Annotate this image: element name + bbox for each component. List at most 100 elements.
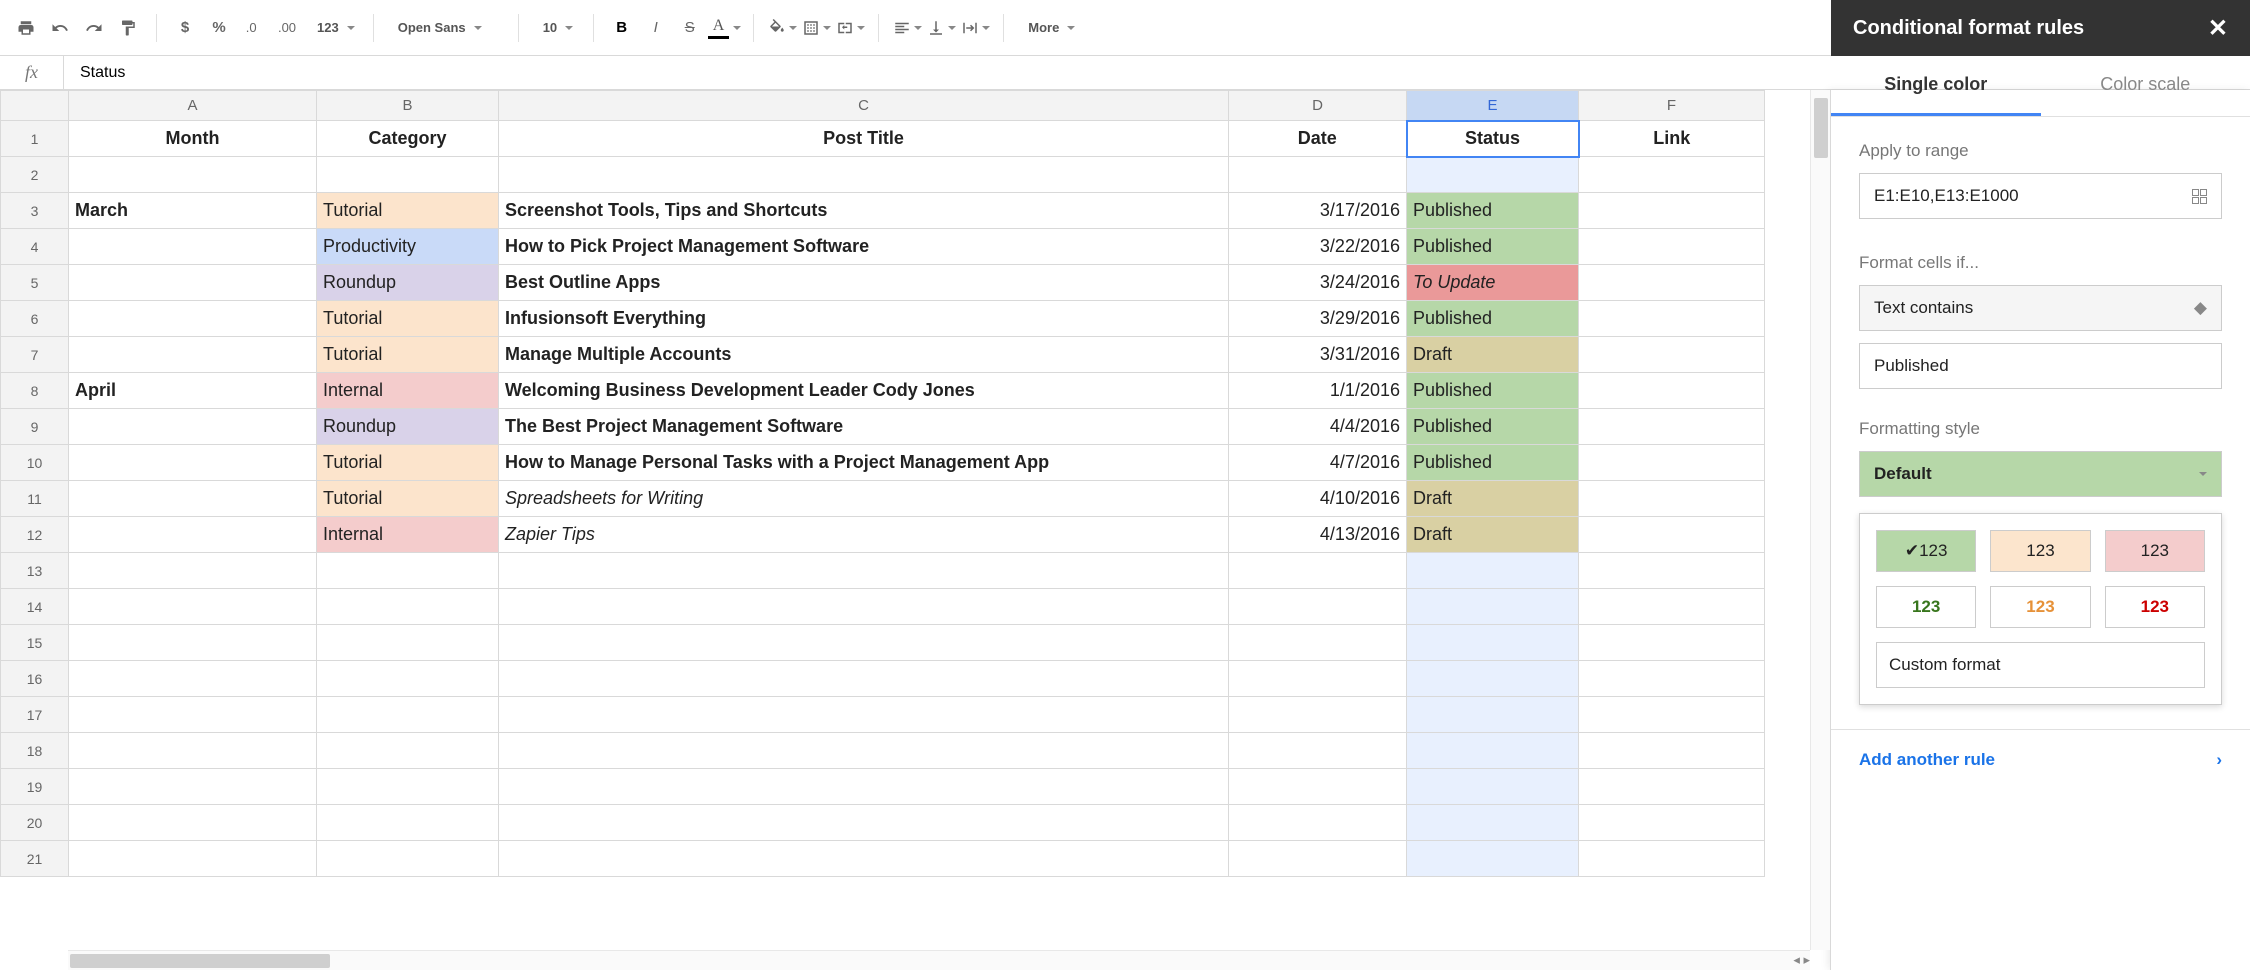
cell-B11[interactable]: Tutorial: [317, 481, 499, 517]
row-header-1[interactable]: 1: [1, 121, 69, 157]
cell-C21[interactable]: [499, 841, 1229, 877]
strike-button[interactable]: S: [674, 12, 706, 44]
column-header-A[interactable]: A: [69, 91, 317, 121]
row-header-18[interactable]: 18: [1, 733, 69, 769]
row-header-19[interactable]: 19: [1, 769, 69, 805]
cell-D4[interactable]: 3/22/2016: [1229, 229, 1407, 265]
cell-F12[interactable]: [1579, 517, 1765, 553]
horizontal-scrollbar[interactable]: [68, 950, 1810, 970]
cell-C9[interactable]: The Best Project Management Software: [499, 409, 1229, 445]
cell-A21[interactable]: [69, 841, 317, 877]
cell-C14[interactable]: [499, 589, 1229, 625]
cell-C18[interactable]: [499, 733, 1229, 769]
column-header-F[interactable]: F: [1579, 91, 1765, 121]
cell-C12[interactable]: Zapier Tips: [499, 517, 1229, 553]
cell-E6[interactable]: Published: [1407, 301, 1579, 337]
cell-B4[interactable]: Productivity: [317, 229, 499, 265]
cell-A9[interactable]: [69, 409, 317, 445]
cell-B9[interactable]: Roundup: [317, 409, 499, 445]
cell-D3[interactable]: 3/17/2016: [1229, 193, 1407, 229]
cell-E13[interactable]: [1407, 553, 1579, 589]
row-header-11[interactable]: 11: [1, 481, 69, 517]
cell-D6[interactable]: 3/29/2016: [1229, 301, 1407, 337]
column-header-E[interactable]: E: [1407, 91, 1579, 121]
cell-F8[interactable]: [1579, 373, 1765, 409]
column-header-corner[interactable]: [1, 91, 69, 121]
cell-D5[interactable]: 3/24/2016: [1229, 265, 1407, 301]
cell-B2[interactable]: [317, 157, 499, 193]
cell-D2[interactable]: [1229, 157, 1407, 193]
row-header-17[interactable]: 17: [1, 697, 69, 733]
cell-E20[interactable]: [1407, 805, 1579, 841]
cell-F7[interactable]: [1579, 337, 1765, 373]
cell-D1[interactable]: Date: [1229, 121, 1407, 157]
cell-C19[interactable]: [499, 769, 1229, 805]
vertical-scrollbar[interactable]: [1810, 90, 1830, 950]
cell-C13[interactable]: [499, 553, 1229, 589]
cell-B20[interactable]: [317, 805, 499, 841]
row-header-21[interactable]: 21: [1, 841, 69, 877]
cell-E4[interactable]: Published: [1407, 229, 1579, 265]
cell-B7[interactable]: Tutorial: [317, 337, 499, 373]
row-header-14[interactable]: 14: [1, 589, 69, 625]
swatch-orange-text[interactable]: 123: [1990, 586, 2090, 628]
cell-F18[interactable]: [1579, 733, 1765, 769]
undo-button[interactable]: [44, 12, 76, 44]
cell-E8[interactable]: Published: [1407, 373, 1579, 409]
cell-D8[interactable]: 1/1/2016: [1229, 373, 1407, 409]
row-header-2[interactable]: 2: [1, 157, 69, 193]
cell-B13[interactable]: [317, 553, 499, 589]
cell-E18[interactable]: [1407, 733, 1579, 769]
cell-D12[interactable]: 4/13/2016: [1229, 517, 1407, 553]
cell-C2[interactable]: [499, 157, 1229, 193]
cell-D16[interactable]: [1229, 661, 1407, 697]
cell-A4[interactable]: [69, 229, 317, 265]
row-header-10[interactable]: 10: [1, 445, 69, 481]
print-button[interactable]: [10, 12, 42, 44]
cell-C11[interactable]: Spreadsheets for Writing: [499, 481, 1229, 517]
cell-C17[interactable]: [499, 697, 1229, 733]
cell-A20[interactable]: [69, 805, 317, 841]
cell-F14[interactable]: [1579, 589, 1765, 625]
cell-D19[interactable]: [1229, 769, 1407, 805]
cell-D21[interactable]: [1229, 841, 1407, 877]
wrap-button[interactable]: [959, 12, 991, 44]
style-select[interactable]: Default: [1859, 451, 2222, 497]
row-header-12[interactable]: 12: [1, 517, 69, 553]
swatch-green-fill[interactable]: ✔123: [1876, 530, 1976, 572]
cell-E5[interactable]: To Update: [1407, 265, 1579, 301]
swatch-yellow-fill[interactable]: 123: [1990, 530, 2090, 572]
column-header-B[interactable]: B: [317, 91, 499, 121]
cell-E16[interactable]: [1407, 661, 1579, 697]
cell-E9[interactable]: Published: [1407, 409, 1579, 445]
cell-E15[interactable]: [1407, 625, 1579, 661]
cell-E3[interactable]: Published: [1407, 193, 1579, 229]
cell-B1[interactable]: Category: [317, 121, 499, 157]
row-header-8[interactable]: 8: [1, 373, 69, 409]
cell-E12[interactable]: Draft: [1407, 517, 1579, 553]
cell-B5[interactable]: Roundup: [317, 265, 499, 301]
close-icon[interactable]: ✕: [2208, 14, 2228, 43]
cell-A18[interactable]: [69, 733, 317, 769]
cell-F4[interactable]: [1579, 229, 1765, 265]
cell-D15[interactable]: [1229, 625, 1407, 661]
cell-B19[interactable]: [317, 769, 499, 805]
cell-B21[interactable]: [317, 841, 499, 877]
cell-D17[interactable]: [1229, 697, 1407, 733]
cell-E7[interactable]: Draft: [1407, 337, 1579, 373]
cell-C15[interactable]: [499, 625, 1229, 661]
cell-E21[interactable]: [1407, 841, 1579, 877]
cell-B17[interactable]: [317, 697, 499, 733]
cell-E1[interactable]: Status: [1407, 121, 1579, 157]
cell-F1[interactable]: Link: [1579, 121, 1765, 157]
cell-C3[interactable]: Screenshot Tools, Tips and Shortcuts: [499, 193, 1229, 229]
cell-C7[interactable]: Manage Multiple Accounts: [499, 337, 1229, 373]
percent-button[interactable]: %: [203, 12, 235, 44]
cell-A2[interactable]: [69, 157, 317, 193]
cell-C16[interactable]: [499, 661, 1229, 697]
tab-single-color[interactable]: Single color: [1831, 56, 2041, 116]
cell-A12[interactable]: [69, 517, 317, 553]
cell-F15[interactable]: [1579, 625, 1765, 661]
font-dropdown[interactable]: Open Sans: [386, 12, 506, 44]
cell-B16[interactable]: [317, 661, 499, 697]
